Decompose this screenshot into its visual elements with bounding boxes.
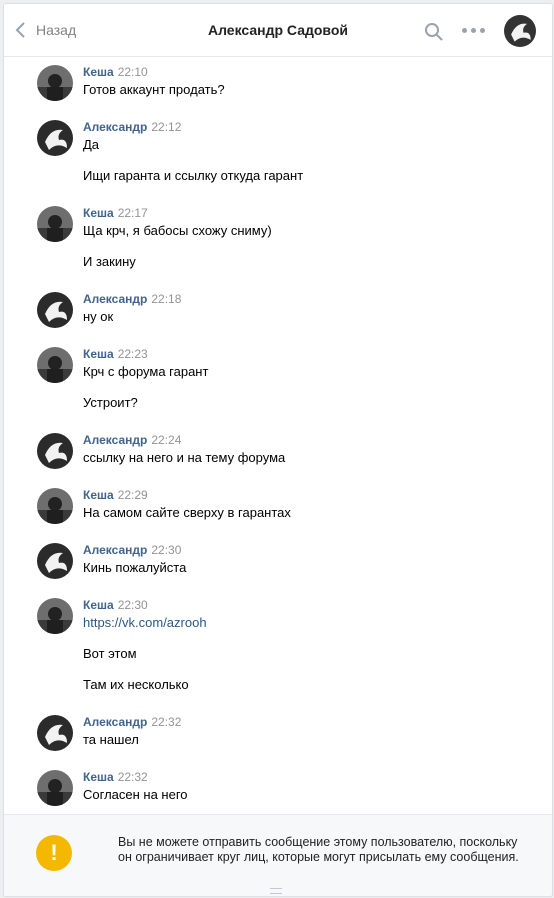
chat-window: Назад Александр Садовой Кеша 22:10 Готов а… xyxy=(3,3,553,897)
message-meta: Александр 22:18 xyxy=(83,292,181,310)
message-author[interactable]: Александр xyxy=(83,715,147,729)
message-author[interactable]: Александр xyxy=(83,120,147,134)
message-meta: Кеша 22:17 xyxy=(83,206,148,224)
more-dots-icon[interactable] xyxy=(462,28,486,34)
message-meta: Кеша 22:30 xyxy=(83,598,148,616)
message-meta: Александр 22:24 xyxy=(83,433,181,451)
avatar[interactable] xyxy=(37,433,73,469)
avatar[interactable] xyxy=(37,488,73,524)
message-meta: Александр 22:12 xyxy=(83,120,181,138)
resize-handle[interactable] xyxy=(270,888,282,894)
notice-text: Вы не можете отправить сообщение этому п… xyxy=(118,835,519,864)
message-meta: Кеша 22:23 xyxy=(83,347,148,365)
message-time[interactable]: 22:10 xyxy=(118,65,148,79)
message-link[interactable]: https://vk.com/azrooh xyxy=(83,615,207,630)
message-text: та нашел xyxy=(83,732,139,747)
message-time[interactable]: 22:32 xyxy=(118,770,148,784)
message-author[interactable]: Кеша xyxy=(83,65,114,79)
message-meta: Александр 22:30 xyxy=(83,543,181,561)
message-text: Устроит? xyxy=(83,395,138,410)
message-time[interactable]: 22:32 xyxy=(151,715,181,729)
exclamation-icon: ! xyxy=(36,835,72,871)
message-text: Там их несколько xyxy=(83,677,189,692)
avatar[interactable] xyxy=(37,206,73,242)
chat-header: Назад Александр Садовой xyxy=(4,4,552,57)
message-meta: Кеша 22:32 xyxy=(83,770,148,788)
message-meta: Кеша 22:10 xyxy=(83,65,148,83)
search-icon[interactable] xyxy=(424,22,444,42)
avatar[interactable] xyxy=(37,598,73,634)
message-text: ссылку на него и на тему форума xyxy=(83,450,286,465)
message-time[interactable]: 22:18 xyxy=(151,292,181,306)
message-meta: Александр 22:32 xyxy=(83,715,181,733)
message-author[interactable]: Александр xyxy=(83,543,147,557)
message-text: Кинь пожалуйста xyxy=(83,560,187,575)
message-time[interactable]: 22:30 xyxy=(151,543,181,557)
message-author[interactable]: Кеша xyxy=(83,770,114,784)
message-text: ну ок xyxy=(83,309,114,324)
write-restricted-notice: ! Вы не можете отправить сообщение этому… xyxy=(4,814,552,896)
message-author[interactable]: Кеша xyxy=(83,206,114,220)
avatar[interactable] xyxy=(37,65,73,101)
message-time[interactable]: 22:12 xyxy=(151,120,181,134)
message-time[interactable]: 22:23 xyxy=(118,347,148,361)
message-list[interactable]: Кеша 22:10 Готов аккаунт продать? Александр… xyxy=(4,57,552,813)
message-text: Вот этом xyxy=(83,646,137,661)
message-text: И закину xyxy=(83,254,136,269)
message-time[interactable]: 22:30 xyxy=(118,598,148,612)
message-text: Да xyxy=(83,137,100,152)
message-text: Ща крч, я бабосы схожу сниму) xyxy=(83,223,272,238)
message-author[interactable]: Кеша xyxy=(83,488,114,502)
message-author[interactable]: Кеша xyxy=(83,598,114,612)
avatar[interactable] xyxy=(37,770,73,806)
message-text: На самом сайте сверху в гарантах xyxy=(83,505,291,520)
message-text: Согласен на него xyxy=(83,787,188,802)
message-author[interactable]: Александр xyxy=(83,292,147,306)
message-text: Ищи гаранта и ссылку откуда гарант xyxy=(83,168,304,183)
message-text: Крч с форума гарант xyxy=(83,364,209,379)
message-time[interactable]: 22:29 xyxy=(118,488,148,502)
message-author[interactable]: Александр xyxy=(83,433,147,447)
message-text: Готов аккаунт продать? xyxy=(83,82,225,97)
message-time[interactable]: 22:17 xyxy=(118,206,148,220)
avatar[interactable] xyxy=(37,543,73,579)
avatar[interactable] xyxy=(37,347,73,383)
message-meta: Кеша 22:29 xyxy=(83,488,148,506)
message-author[interactable]: Кеша xyxy=(83,347,114,361)
avatar[interactable] xyxy=(37,715,73,751)
avatar[interactable] xyxy=(37,292,73,328)
avatar[interactable] xyxy=(37,120,73,156)
message-time[interactable]: 22:24 xyxy=(151,433,181,447)
header-avatar[interactable] xyxy=(504,15,536,47)
